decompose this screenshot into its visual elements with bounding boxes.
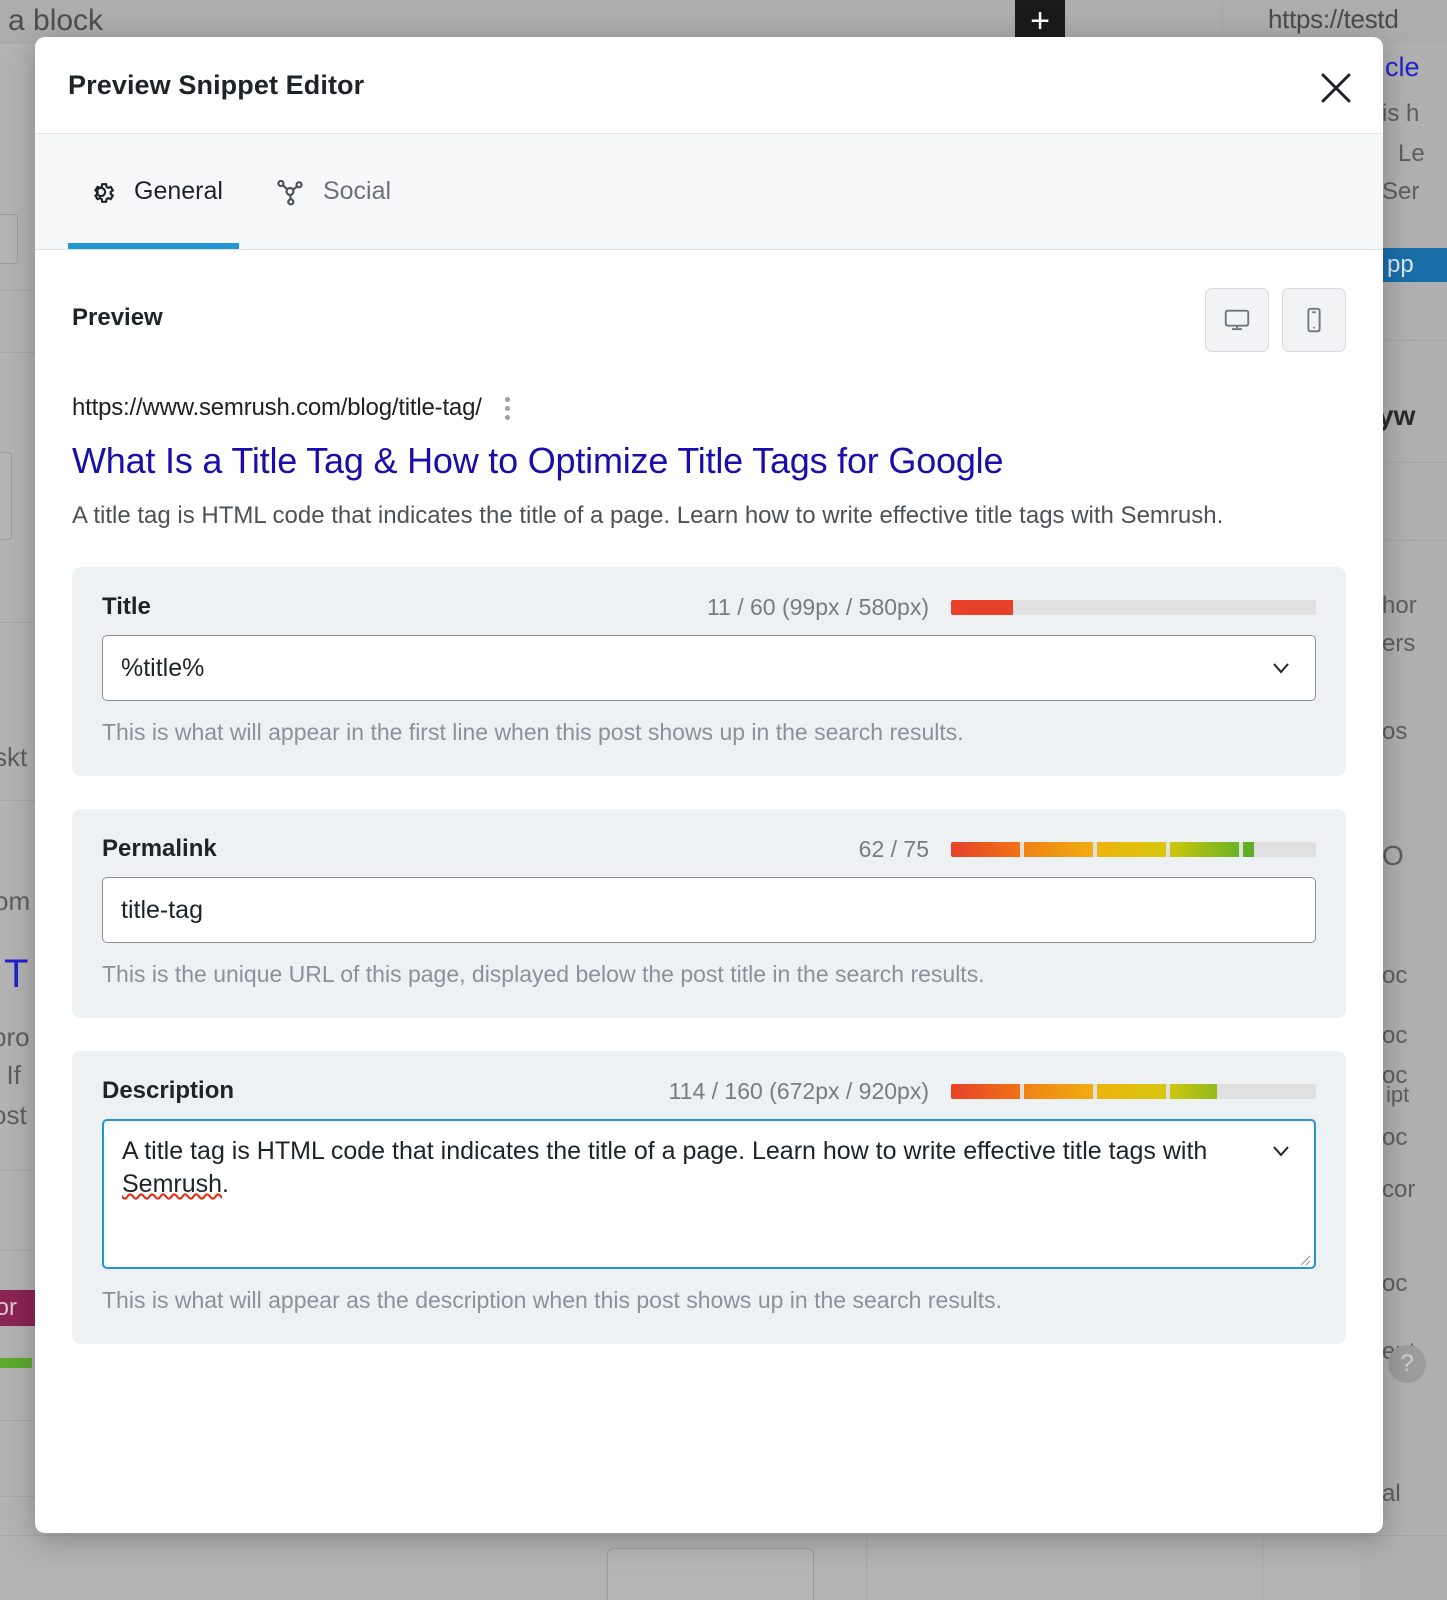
title-input[interactable]	[102, 635, 1316, 702]
preview-label: Preview	[72, 304, 163, 331]
field-permalink-counter: 62 / 75	[858, 835, 929, 862]
monitor-icon[interactable]	[1205, 288, 1269, 352]
field-description-meta: 114 / 160 (672px / 920px)	[669, 1078, 1316, 1105]
sidebar-badge[interactable]: pp	[1381, 248, 1447, 282]
field-title-header: Title 11 / 60 (99px / 580px)	[102, 593, 1316, 635]
kebab-menu-icon[interactable]	[504, 396, 510, 420]
preview-header-row: Preview	[72, 250, 1346, 352]
preview-snippet-editor-modal: Preview Snippet Editor General Social Pr…	[35, 37, 1383, 1533]
serp-url: https://www.semrush.com/blog/title-tag/	[72, 394, 482, 421]
serp-title-link[interactable]: What Is a Title Tag & How to Optimize Ti…	[72, 439, 1346, 482]
field-description-helper: This is what will appear as the descript…	[102, 1287, 1002, 1314]
background-tab	[0, 214, 18, 264]
close-icon[interactable]	[1311, 63, 1361, 113]
field-title-label: Title	[102, 593, 151, 621]
background-text: skt	[0, 742, 28, 772]
description-textarea[interactable]: A title tag is HTML code that indicates …	[102, 1119, 1316, 1270]
field-description-counter: 114 / 160 (672px / 920px)	[668, 1077, 929, 1104]
field-title-counter: 11 / 60 (99px / 580px)	[706, 593, 929, 620]
field-description-header: Description 114 / 160 (672px / 920px)	[102, 1077, 1316, 1119]
serp-preview: https://www.semrush.com/blog/title-tag/ …	[72, 394, 1346, 534]
misspelled-word: Semrush	[122, 1169, 223, 1198]
serp-description: A title tag is HTML code that indicates …	[72, 502, 1224, 530]
share-network-icon	[273, 175, 307, 209]
sidebar-text: ers	[1382, 630, 1416, 657]
field-description: Description 114 / 160 (672px / 920px) A …	[72, 1051, 1346, 1345]
background-text: pro	[0, 1022, 30, 1052]
background-progress	[0, 1358, 32, 1368]
field-title: Title 11 / 60 (99px / 580px) This is wha…	[72, 567, 1346, 777]
sidebar-text: cor	[1382, 1176, 1416, 1203]
insert-widget-button[interactable]	[607, 1548, 814, 1600]
smartphone-icon[interactable]	[1282, 288, 1346, 352]
gear-icon	[84, 175, 118, 209]
field-permalink-input-wrap	[102, 877, 1316, 944]
progress-segment	[1169, 841, 1240, 857]
field-description-input-wrap: A title tag is HTML code that indicates …	[102, 1119, 1316, 1270]
field-title-progress-bar	[951, 599, 1316, 615]
background-badge: tor	[0, 1290, 36, 1326]
progress-segment	[1169, 1083, 1218, 1099]
tab-general-label: General	[134, 177, 223, 205]
progress-segment	[1096, 841, 1167, 857]
progress-segment	[951, 1083, 1021, 1099]
tab-social-label: Social	[322, 177, 392, 205]
progress-segment	[1023, 841, 1094, 857]
background-text: om	[0, 886, 31, 916]
field-permalink-meta: 62 / 75	[859, 836, 1316, 863]
progress-segment	[1096, 1083, 1167, 1099]
progress-segment	[1242, 841, 1254, 857]
progress-segment	[951, 599, 1014, 615]
background-field	[0, 452, 12, 540]
sidebar-link-text: cle	[1385, 52, 1420, 82]
close-icon-glyph	[1321, 73, 1351, 103]
field-permalink-header: Permalink 62 / 75	[102, 835, 1316, 877]
sidebar-heading: yw	[1378, 400, 1416, 431]
tab-general[interactable]: General	[68, 134, 239, 249]
sidebar-text: hor	[1382, 592, 1417, 619]
sidebar-text: Le	[1398, 140, 1425, 167]
field-permalink-label: Permalink	[102, 835, 217, 863]
modal-tabs: General Social	[35, 134, 1383, 250]
progress-segment	[951, 841, 1021, 857]
question-mark-icon[interactable]: ?	[1388, 1345, 1426, 1383]
modal-body: Preview https://www.semrush.com/blog/tit…	[35, 250, 1383, 1345]
field-description-progress-bar	[951, 1083, 1316, 1099]
device-toggle-group	[1205, 288, 1346, 352]
field-description-label: Description	[102, 1077, 235, 1105]
sidebar-text: oc	[1382, 1124, 1408, 1151]
sidebar-text: O	[1382, 840, 1404, 871]
field-title-input-wrap	[102, 635, 1316, 702]
background-text: . If	[0, 1060, 21, 1090]
sidebar-text: oc	[1382, 1270, 1408, 1297]
serp-url-row: https://www.semrush.com/blog/title-tag/	[72, 394, 1346, 422]
sidebar-text: oc	[1382, 1022, 1408, 1049]
field-permalink-progress-bar	[951, 841, 1316, 857]
background-text: T	[4, 952, 29, 996]
sidebar-text: oc	[1382, 962, 1408, 989]
field-permalink-helper: This is the unique URL of this page, dis…	[102, 961, 985, 988]
modal-header: Preview Snippet Editor	[35, 37, 1383, 134]
field-title-meta: 11 / 60 (99px / 580px)	[707, 594, 1316, 621]
resize-handle[interactable]	[1299, 1253, 1311, 1266]
sidebar-text: ipt	[1386, 1082, 1410, 1107]
sidebar-text: Ser	[1382, 178, 1420, 205]
field-title-helper: This is what will appear in the first li…	[102, 719, 964, 746]
modal-title: Preview Snippet Editor	[68, 70, 365, 100]
sidebar-text: os	[1382, 718, 1408, 745]
sidebar-text: is h	[1382, 100, 1420, 127]
background-text-a-block: a block	[8, 4, 104, 37]
sidebar-text: al	[1382, 1480, 1401, 1507]
permalink-input[interactable]	[102, 877, 1316, 944]
progress-segment	[1023, 1083, 1094, 1099]
field-permalink: Permalink 62 / 75 This is the unique URL…	[72, 809, 1346, 1019]
tab-social[interactable]: Social	[257, 134, 407, 249]
background-text: ost	[0, 1100, 27, 1130]
background-url-text: https://testd	[1268, 4, 1399, 34]
